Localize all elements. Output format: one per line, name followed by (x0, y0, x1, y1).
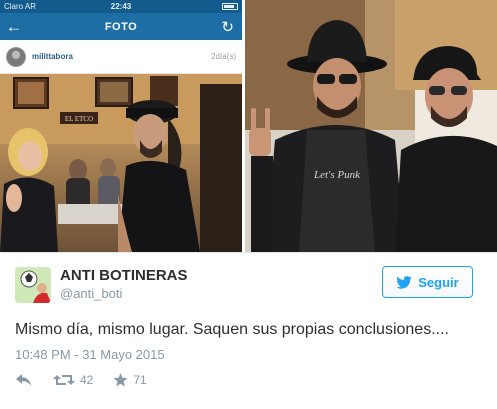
tweet-timestamp[interactable]: 10:48 PM - 31 Mayo 2015 (15, 347, 165, 362)
instagram-header-title: FOTO (104, 20, 138, 33)
status-clock: 22:43 (110, 2, 132, 11)
follow-button[interactable]: Seguir (382, 266, 473, 298)
tweet-text: Mismo día, mismo lugar. Saquen sus propi… (15, 321, 449, 338)
favorite-button[interactable]: 71 (113, 373, 147, 387)
tweet-media: Claro AR 22:43 ← FOTO ↻ milittabora 2día… (0, 0, 497, 252)
reply-button[interactable] (15, 373, 33, 387)
instagram-post-time: 2día(s) (211, 52, 236, 61)
phone-status-bar: Claro AR 22:43 (0, 0, 242, 13)
battery-icon (222, 3, 238, 10)
concert-photo[interactable]: Let's Punk (242, 0, 497, 252)
instagram-avatar[interactable] (6, 46, 26, 67)
instagram-photo: EL ETCO (0, 74, 242, 252)
user-avatar[interactable] (15, 267, 51, 303)
user-handle[interactable]: @anti_boti (60, 286, 122, 301)
favorite-count: 71 (133, 373, 147, 387)
instagram-post-header: milittabora 2día(s) (0, 40, 242, 74)
instagram-header: ← FOTO ↻ (0, 13, 242, 40)
studio-sign: EL ETCO (65, 115, 93, 123)
tweet-card: ANTI BOTINERAS @anti_boti Seguir Mismo d… (0, 252, 497, 409)
reply-icon (16, 374, 31, 386)
avatar-soccer-icon (15, 267, 51, 303)
instagram-screenshot[interactable]: Claro AR 22:43 ← FOTO ↻ milittabora 2día… (0, 0, 242, 252)
retweet-icon (53, 375, 75, 385)
star-icon (113, 373, 128, 387)
refresh-icon[interactable]: ↻ (221, 18, 234, 36)
retweet-count: 42 (80, 373, 94, 387)
follow-label: Seguir (418, 274, 459, 290)
display-name[interactable]: ANTI BOTINERAS (60, 267, 188, 284)
two-men-photo: Let's Punk (245, 0, 497, 252)
twitter-bird-icon (396, 275, 413, 289)
retweet-button[interactable]: 42 (53, 373, 93, 387)
shirt-print: Let's Punk (313, 169, 361, 181)
tattoo-studio-photo: EL ETCO (0, 74, 242, 252)
tweet-actions: 42 71 (15, 373, 147, 387)
instagram-username[interactable]: milittabora (32, 52, 211, 61)
